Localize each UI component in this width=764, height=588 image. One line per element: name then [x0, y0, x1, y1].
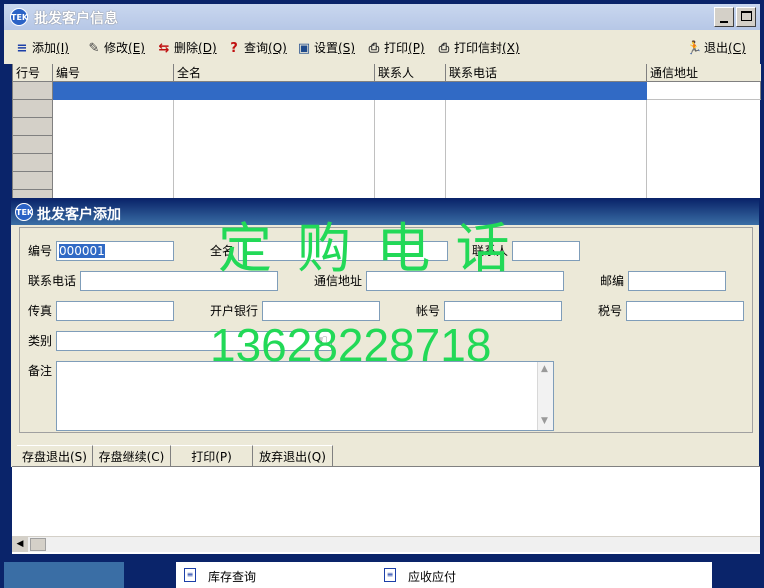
row-header[interactable]	[13, 136, 53, 154]
inventory-query-link[interactable]: 库存查询	[208, 568, 256, 586]
scroll-down-icon[interactable]: ▼	[541, 416, 548, 426]
delete-button[interactable]: ⇆ 删除(D)	[156, 38, 217, 58]
print-button[interactable]: ⎙ 打印(P)	[366, 38, 425, 58]
table-row-selected[interactable]	[53, 82, 647, 100]
watermark-text: 定 购 电 话	[218, 217, 514, 280]
add-icon: ≡	[16, 40, 28, 56]
query-button[interactable]: ? 查询(Q)	[226, 38, 287, 58]
app-logo-icon: TEK	[10, 8, 28, 26]
document-icon: ≡	[384, 568, 396, 582]
row-header[interactable]	[13, 118, 53, 136]
window-title: 批发客户信息	[34, 11, 118, 27]
zip-label: 邮编	[600, 274, 625, 288]
discard-exit-button[interactable]: 放弃退出(Q)	[253, 445, 333, 467]
row-header[interactable]	[13, 172, 53, 190]
note-label: 备注	[28, 364, 53, 378]
column-header-phone[interactable]: 联系电话	[446, 64, 647, 82]
maximize-icon	[741, 11, 752, 21]
row-header[interactable]	[13, 154, 53, 172]
running-man-icon: 🏃	[686, 40, 703, 56]
save-exit-button[interactable]: 存盘退出(S)	[17, 445, 93, 467]
exit-button[interactable]: 🏃 退出(C)	[686, 38, 746, 58]
printer-icon: ⎙	[438, 40, 450, 56]
query-icon: ?	[230, 40, 238, 56]
fax-field[interactable]	[56, 301, 174, 321]
phone-label: 联系电话	[28, 274, 77, 288]
maximize-button[interactable]	[736, 7, 756, 27]
grid-line	[173, 100, 174, 202]
table-cell[interactable]	[647, 82, 761, 100]
watermark-number: 13628228718	[210, 319, 492, 371]
grid-line	[445, 100, 446, 202]
edit-icon: ✎	[88, 40, 100, 56]
print-envelope-button[interactable]: ⎙ 打印信封(X)	[436, 38, 520, 58]
printer-icon: ⎙	[368, 40, 380, 56]
window-title-bar: TEK 批发客户信息	[4, 4, 760, 30]
tax-field[interactable]	[626, 301, 744, 321]
delete-icon: ⇆	[158, 40, 170, 56]
customer-grid[interactable]: 行号 编号 全名 联系人 联系电话 通信地址	[12, 64, 761, 202]
app-logo-icon: TEK	[15, 203, 33, 221]
column-header-code[interactable]: 编号	[53, 64, 174, 82]
row-header[interactable]	[13, 82, 53, 100]
zip-field[interactable]	[628, 271, 726, 291]
column-header-fullname[interactable]: 全名	[174, 64, 375, 82]
toolbar: ≡ 添加(I) ✎ 修改(E) ⇆ 删除(D) ? 查询(Q) ▣ 设置(S) ⎙ 打印(P…	[4, 30, 760, 64]
horizontal-scrollbar[interactable]: ◀	[12, 536, 760, 552]
row-header[interactable]	[13, 100, 53, 118]
grid-line	[374, 100, 375, 202]
note-scrollbar[interactable]: ▲ ▼	[537, 362, 553, 430]
column-header-address[interactable]: 通信地址	[647, 64, 761, 82]
scroll-thumb[interactable]	[30, 538, 46, 551]
dialog-title: 批发客户添加	[37, 207, 121, 223]
add-button[interactable]: ≡ 添加(I)	[14, 38, 69, 58]
contact-field[interactable]	[512, 241, 580, 261]
print-button[interactable]: 打印(P)	[171, 445, 253, 467]
edit-button[interactable]: ✎ 修改(E)	[86, 38, 145, 58]
code-field[interactable]: 000001	[56, 241, 174, 261]
document-icon: ≡	[184, 568, 196, 582]
receivables-link[interactable]: 应收应付	[408, 568, 456, 586]
minimize-icon	[720, 21, 728, 23]
fax-label: 传真	[28, 304, 53, 318]
code-label: 编号	[28, 244, 53, 258]
column-header-contact[interactable]: 联系人	[375, 64, 446, 82]
scroll-left-icon[interactable]: ◀	[12, 537, 28, 552]
grid-line	[646, 100, 647, 202]
shortcut-panel: ≡ 库存查询 ≡ 应收应付	[176, 562, 712, 588]
category-label: 类别	[28, 334, 53, 348]
tax-label: 税号	[598, 304, 623, 318]
monitor-icon: ▣	[297, 40, 311, 56]
column-header-row-no[interactable]: 行号	[13, 64, 53, 82]
save-continue-button[interactable]: 存盘继续(C)	[93, 445, 171, 467]
settings-button[interactable]: ▣ 设置(S)	[296, 38, 355, 58]
scroll-up-icon[interactable]: ▲	[541, 364, 548, 374]
strip-tab[interactable]	[4, 562, 124, 588]
minimize-button[interactable]	[714, 7, 734, 27]
